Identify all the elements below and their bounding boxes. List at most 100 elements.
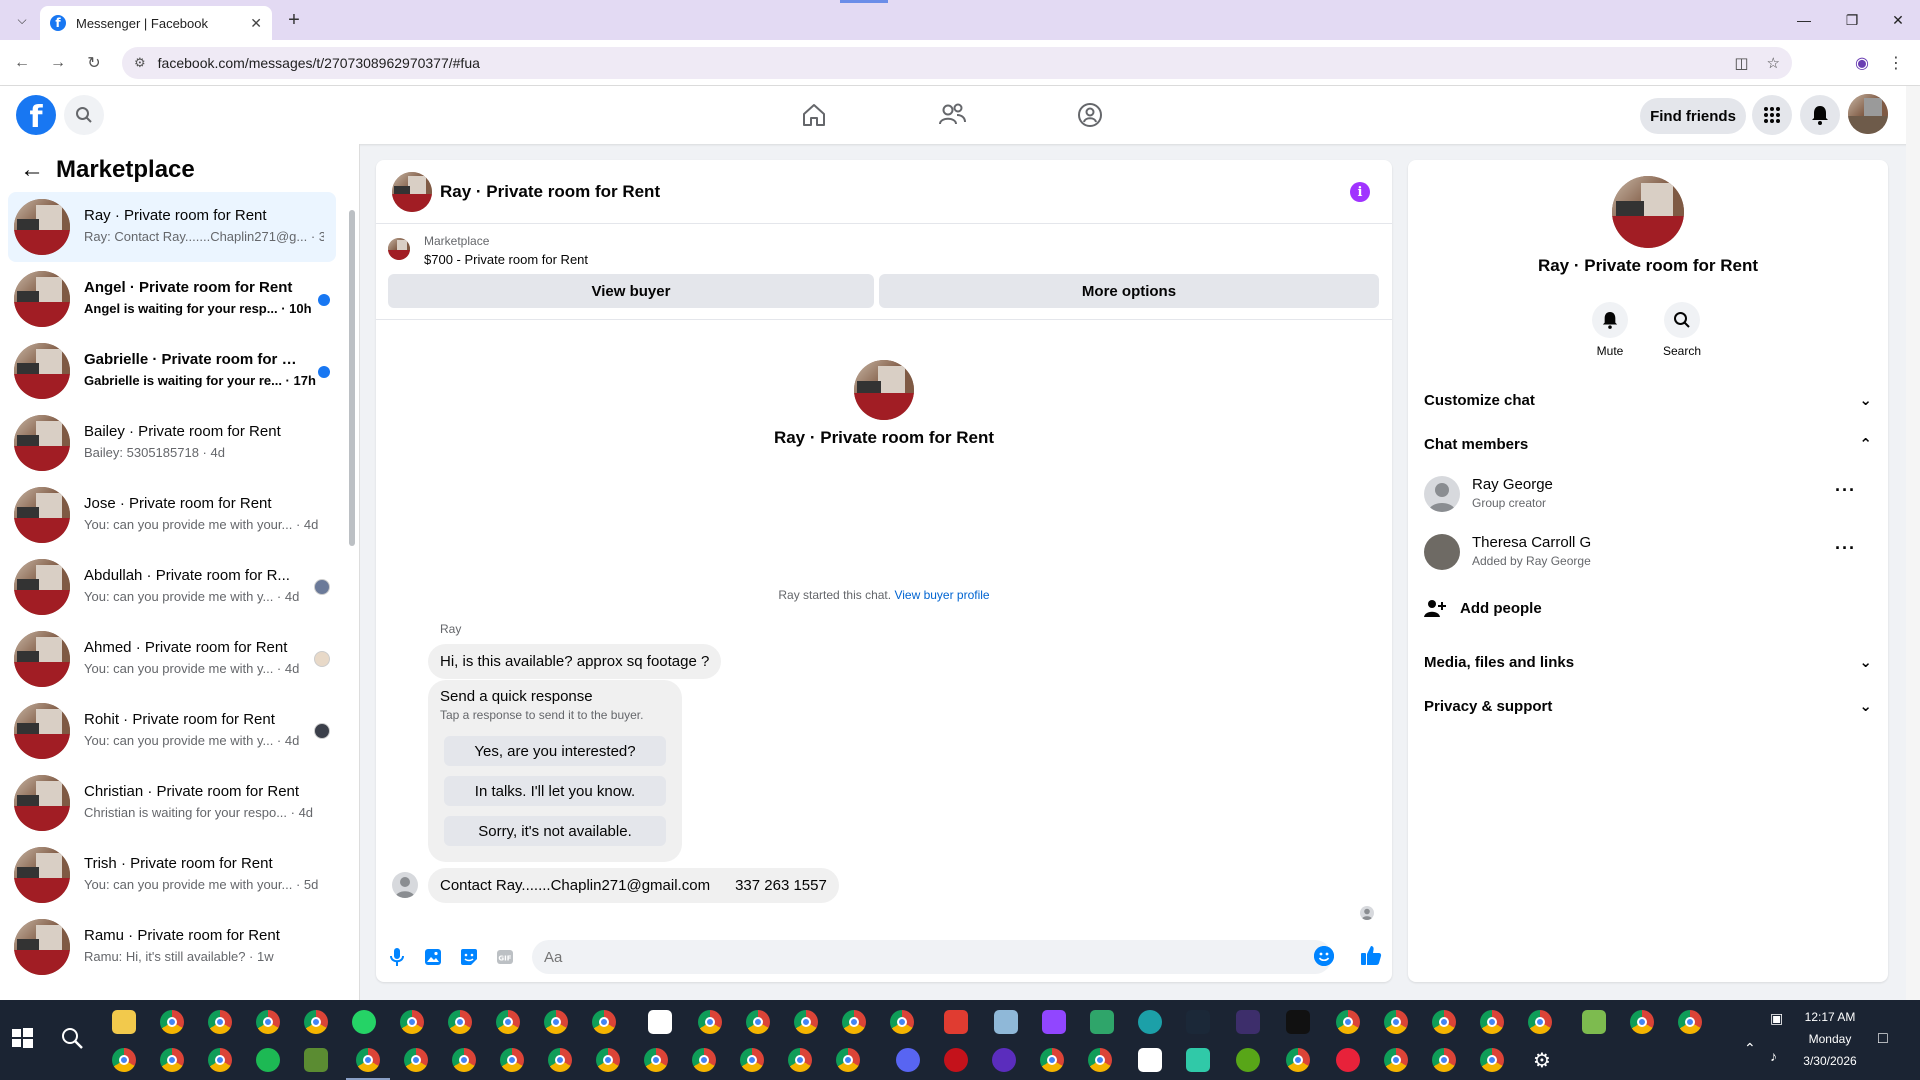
profile-avatar[interactable] xyxy=(1848,94,1888,134)
chat-avatar[interactable] xyxy=(392,172,432,212)
message-bubble[interactable]: Contact Ray.......Chaplin271@gmail.com 3… xyxy=(428,868,839,903)
notification-center-icon[interactable]: □ xyxy=(1878,1030,1902,1054)
chrome-profile-window-icon[interactable] xyxy=(304,1010,328,1034)
conversation-item[interactable]: Rohit · Private room for Rent You: can y… xyxy=(8,696,336,766)
chrome-profile-window-icon[interactable] xyxy=(496,1010,520,1034)
chrome-profile-window-icon[interactable] xyxy=(548,1048,572,1072)
conversation-item[interactable]: Trish · Private room for Rent You: can y… xyxy=(8,840,336,910)
bookmark-star-icon[interactable]: ☆ xyxy=(1767,54,1780,72)
restore-icon[interactable]: ❐ xyxy=(1832,8,1872,32)
chrome-profile-icon[interactable]: ◉ xyxy=(1848,50,1876,76)
app-icon[interactable] xyxy=(1186,1048,1210,1072)
chrome-icon[interactable] xyxy=(160,1010,184,1034)
browser-tab-messenger[interactable]: f Messenger | Facebook ✕ xyxy=(40,6,272,40)
opera-gx-icon[interactable] xyxy=(944,1048,968,1072)
view-buyer-profile-link[interactable]: View buyer profile xyxy=(894,588,989,602)
gif-icon[interactable]: GIF xyxy=(494,946,516,968)
chrome-profile-window-icon[interactable] xyxy=(740,1048,764,1072)
privacy-support-section[interactable]: Privacy & support ⌄ xyxy=(1424,686,1872,726)
quick-reply-not-available-button[interactable]: Sorry, it's not available. xyxy=(444,816,666,846)
sidebar-scrollbar-thumb[interactable] xyxy=(349,210,355,546)
media-player-icon[interactable] xyxy=(1336,1048,1360,1072)
chrome-profile-window-icon[interactable] xyxy=(1528,1010,1552,1034)
chat-members-section[interactable]: Chat members ⌃ xyxy=(1424,424,1872,464)
chrome-menu-icon[interactable]: ⋮ xyxy=(1882,50,1910,76)
new-tab-plus-icon[interactable]: + xyxy=(282,8,306,32)
chrome-icon[interactable] xyxy=(160,1048,184,1072)
listing-price[interactable]: $700 - Private room for Rent xyxy=(424,252,588,267)
chrome-profile-window-icon[interactable] xyxy=(592,1010,616,1034)
conversation-item[interactable]: Ramu · Private room for Rent Ramu: Hi, i… xyxy=(8,912,336,982)
more-options-icon[interactable]: ··· xyxy=(1835,480,1856,501)
mute-button[interactable]: Mute xyxy=(1580,302,1640,358)
member-row[interactable]: Theresa Carroll G Added by Ray George ··… xyxy=(1424,528,1872,578)
file-explorer-icon[interactable] xyxy=(112,1010,136,1034)
clock-date[interactable]: 3/30/2026 xyxy=(1800,1054,1860,1068)
reload-icon[interactable]: ↻ xyxy=(80,50,108,76)
chrome-profile-window-icon[interactable] xyxy=(1040,1048,1064,1072)
conversation-item[interactable]: Ray · Private room for Rent Ray: Contact… xyxy=(8,192,336,262)
chrome-profile-window-icon[interactable] xyxy=(1678,1010,1702,1034)
emoji-icon[interactable] xyxy=(1314,946,1334,966)
chrome-profile-window-icon[interactable] xyxy=(1480,1048,1504,1072)
chrome-profile-window-icon[interactable] xyxy=(1336,1010,1360,1034)
address-bar[interactable]: ⚙ facebook.com/messages/t/27073089629703… xyxy=(122,47,1792,79)
chrome-profile-window-icon[interactable] xyxy=(356,1048,380,1072)
network-icon[interactable]: ▣ xyxy=(1770,1010,1794,1034)
chrome-profile-window-icon[interactable] xyxy=(698,1010,722,1034)
message-bubble[interactable]: Hi, is this available? approx sq footage… xyxy=(428,644,722,679)
windows-start-icon[interactable] xyxy=(10,1026,34,1050)
chrome-profile-window-icon[interactable] xyxy=(1286,1048,1310,1072)
sticker-icon[interactable] xyxy=(458,946,480,968)
minimize-icon[interactable]: — xyxy=(1784,8,1824,32)
chrome-profile-window-icon[interactable] xyxy=(842,1010,866,1034)
chat-title[interactable]: Ray · Private room for Rent xyxy=(440,182,660,202)
conversation-item[interactable]: Christian · Private room for Rent Christ… xyxy=(8,768,336,838)
chrome-profile-window-icon[interactable] xyxy=(1432,1010,1456,1034)
volume-icon[interactable]: ♪ xyxy=(1770,1048,1794,1072)
back-arrow-icon[interactable]: ← xyxy=(8,50,36,76)
site-info-icon[interactable]: ⚙ xyxy=(134,55,146,71)
chrome-profile-window-icon[interactable] xyxy=(400,1010,424,1034)
steam-icon[interactable] xyxy=(1186,1010,1210,1034)
member-row[interactable]: Ray George Group creator ··· xyxy=(1424,470,1872,520)
view-buyer-button[interactable]: View buyer xyxy=(388,274,874,308)
chrome-profile-window-icon[interactable] xyxy=(1384,1010,1408,1034)
home-icon[interactable] xyxy=(796,98,832,132)
install-app-icon[interactable]: ◫ xyxy=(1734,54,1748,72)
anydesk-icon[interactable] xyxy=(944,1010,968,1034)
chrome-profile-window-icon[interactable] xyxy=(836,1048,860,1072)
whatsapp-icon[interactable] xyxy=(352,1010,376,1034)
chrome-profile-window-icon[interactable] xyxy=(404,1048,428,1072)
chrome-profile-window-icon[interactable] xyxy=(794,1010,818,1034)
edge-icon[interactable] xyxy=(1138,1010,1162,1034)
photo-icon[interactable] xyxy=(422,946,444,968)
conversation-item[interactable]: Gabrielle · Private room for Rent Gabrie… xyxy=(8,336,336,406)
find-friends-button[interactable]: Find friends xyxy=(1640,98,1746,134)
chrome-profile-window-icon[interactable] xyxy=(692,1048,716,1072)
clock-time[interactable]: 12:17 AM xyxy=(1800,1010,1860,1024)
chrome-profile-window-icon[interactable] xyxy=(596,1048,620,1072)
tray-overflow-chevron-icon[interactable]: ⌃ xyxy=(1744,1040,1768,1064)
minecraft-icon[interactable] xyxy=(304,1048,328,1072)
groups-icon[interactable] xyxy=(1072,98,1108,132)
microphone-icon[interactable] xyxy=(386,946,408,968)
chrome-profile-window-icon[interactable] xyxy=(452,1048,476,1072)
capcut-icon[interactable] xyxy=(648,1010,672,1034)
media-files-section[interactable]: Media, files and links ⌄ xyxy=(1424,642,1872,682)
facebook-logo-icon[interactable]: f xyxy=(16,95,56,135)
more-options-icon[interactable]: ··· xyxy=(1835,538,1856,559)
vectorize-app-icon[interactable] xyxy=(1236,1048,1260,1072)
chrome-profile-window-icon[interactable] xyxy=(1384,1048,1408,1072)
google-play-icon[interactable] xyxy=(1090,1010,1114,1034)
chrome-profile-window-icon[interactable] xyxy=(788,1048,812,1072)
add-people-button[interactable]: Add people xyxy=(1424,590,1542,626)
page-scrollbar[interactable] xyxy=(1906,86,1920,1000)
conversation-item[interactable]: Ahmed · Private room for Rent You: can y… xyxy=(8,624,336,694)
conversation-item[interactable]: Angel · Private room for Rent Angel is w… xyxy=(8,264,336,334)
quick-reply-yes-button[interactable]: Yes, are you interested? xyxy=(444,736,666,766)
tab-search-chevron-icon[interactable]: ⌵ xyxy=(10,8,34,32)
chrome-profile-window-icon[interactable] xyxy=(112,1048,136,1072)
back-arrow-icon[interactable]: ← xyxy=(18,156,46,184)
facebook-search-icon[interactable] xyxy=(64,95,104,135)
